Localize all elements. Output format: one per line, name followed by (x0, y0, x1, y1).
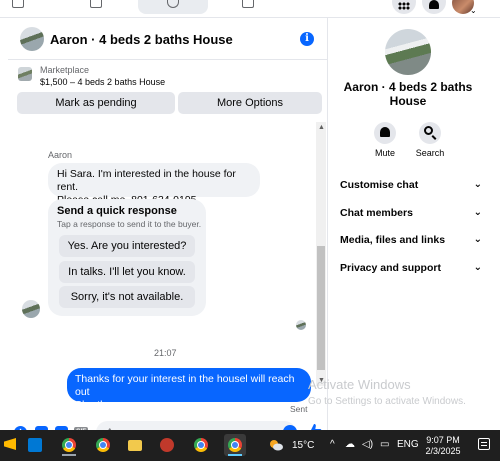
weather-icon[interactable] (268, 439, 284, 451)
section-customise-chat[interactable]: Customise chat ⌄ (340, 175, 486, 195)
section-chat-members[interactable]: Chat members ⌄ (340, 203, 486, 223)
marketplace-listing[interactable]: Marketplace $1,500 – 4 beds 2 baths Hous… (8, 61, 328, 93)
search-label: Search (415, 148, 445, 158)
chevron-down-icon: ⌄ (473, 207, 482, 218)
message-timestamp: 21:07 (154, 348, 177, 358)
chrome-icon (96, 438, 110, 452)
outgoing-message: Thanks for your interest in the housel w… (67, 368, 311, 411)
conversation-panel: Aaron · 4 beds 2 baths House i Marketpla… (8, 18, 328, 444)
running-indicator (62, 454, 76, 456)
quick-response-option[interactable]: In talks. I'll let you know. (59, 261, 195, 283)
scrollbar-thumb[interactable] (317, 246, 325, 370)
more-options-button[interactable]: More Options (178, 92, 322, 114)
section-media-files-links[interactable]: Media, files and links ⌄ (340, 230, 486, 250)
taskbar-chrome-1[interactable] (58, 434, 80, 456)
marketplace-label: Marketplace (40, 65, 90, 75)
mute-label: Mute (374, 148, 395, 158)
section-label: Chat members (340, 207, 413, 219)
search-button[interactable]: Search (410, 122, 450, 158)
notifications-icon (429, 0, 439, 9)
outgoing-message-line: Thanks for your interest in the housel w… (75, 373, 295, 398)
nav-home[interactable] (6, 0, 30, 14)
folder-icon (128, 440, 142, 451)
message-scrollbar[interactable]: ▲ ▼ (316, 122, 326, 386)
menu-grid-icon (398, 2, 410, 10)
incoming-message: Hi Sara. I'm interested in the house for… (48, 163, 260, 206)
notification-center-icon[interactable] (478, 438, 490, 450)
language-indicator[interactable]: ENG (397, 439, 419, 450)
search-icon (424, 126, 433, 135)
taskbar-app[interactable] (156, 434, 178, 456)
taskbar-file-explorer[interactable] (124, 434, 146, 456)
chrome-icon (194, 438, 208, 452)
chrome-icon (62, 438, 76, 452)
groups-icon (167, 0, 179, 8)
mute-button[interactable]: Mute (365, 122, 405, 158)
section-label: Media, files and links (340, 234, 446, 246)
store-app-icon (28, 438, 42, 452)
start-icon[interactable] (4, 438, 16, 450)
chevron-down-icon: ⌄ (473, 262, 482, 273)
nav-gaming[interactable] (236, 0, 260, 14)
conversation-avatar[interactable] (20, 27, 44, 51)
active-indicator (228, 454, 242, 456)
home-icon (12, 0, 24, 8)
clock-date: 2/3/2025 (425, 446, 461, 456)
scroll-up-arrow[interactable]: ▲ (318, 124, 325, 131)
menu-button[interactable] (392, 0, 416, 14)
activation-watermark-subtitle: Go to Settings to activate Windows. (308, 396, 466, 407)
windows-taskbar: 15°C ^ ☁ ◁) ▭ ENG 9:07 PM 2/3/2025 (0, 430, 500, 461)
gaming-icon (242, 0, 254, 8)
sender-avatar[interactable] (22, 300, 40, 318)
sender-name: Aaron (48, 150, 73, 160)
clock-time: 9:07 PM (426, 435, 460, 445)
listing-thumbnail (18, 67, 32, 81)
seen-indicator-avatar (296, 320, 306, 330)
activation-watermark-title: Activate Windows (308, 377, 411, 392)
listing-summary: $1,500 – 4 beds 2 baths House (40, 77, 166, 87)
section-privacy-support[interactable]: Privacy and support ⌄ (340, 258, 486, 278)
conversation-photo[interactable] (385, 29, 431, 75)
taskbar-chrome-4[interactable] (224, 434, 246, 456)
details-title-line: Aaron · 4 beds 2 baths (343, 80, 473, 94)
outgoing-message-line: Shortly (75, 399, 108, 411)
quick-response-subtitle: Tap a response to send it to the buyer. (57, 219, 202, 229)
taskbar-chrome-2[interactable] (92, 434, 114, 456)
details-title-line: House (389, 94, 427, 108)
chevron-down-icon: ⌄ (473, 234, 482, 245)
top-navigation-bar: ⌄ (0, 0, 500, 18)
section-label: Privacy and support (340, 262, 441, 274)
store-icon (90, 0, 102, 8)
nav-marketplace[interactable] (84, 0, 108, 14)
quick-response-option[interactable]: Yes. Are you interested? (59, 235, 195, 257)
section-label: Customise chat (340, 179, 419, 191)
chrome-icon (228, 438, 242, 452)
conversation-title[interactable]: Aaron · 4 beds 2 baths House (50, 32, 233, 47)
quick-response-option[interactable]: Sorry, it's not available. (59, 286, 195, 308)
app-icon (160, 438, 174, 452)
battery-icon[interactable]: ▭ (380, 439, 389, 450)
chevron-down-icon[interactable]: ⌄ (470, 6, 477, 15)
bell-icon (380, 127, 390, 137)
conversation-details-panel: Aaron · 4 beds 2 baths House Mute Search… (330, 18, 500, 430)
quick-response-card: Send a quick response Tap a response to … (48, 199, 206, 316)
taskbar-app-store[interactable] (24, 434, 46, 456)
clock[interactable]: 9:07 PM 2/3/2025 (420, 435, 466, 457)
info-icon[interactable]: i (300, 32, 314, 46)
chevron-down-icon: ⌄ (473, 179, 482, 190)
taskbar-chrome-3[interactable] (190, 434, 212, 456)
speaker-icon[interactable]: ◁) (362, 439, 373, 450)
details-title: Aaron · 4 beds 2 baths House (330, 80, 486, 108)
quick-response-title: Send a quick response (57, 205, 177, 217)
incoming-message-line: Hi Sara. I'm interested in the house for… (57, 168, 236, 193)
chevron-up-icon[interactable]: ^ (330, 439, 335, 450)
notifications-button[interactable] (422, 0, 446, 14)
weather-temperature[interactable]: 15°C (292, 440, 314, 451)
cloud-icon[interactable]: ☁ (345, 439, 355, 450)
mark-as-pending-button[interactable]: Mark as pending (17, 92, 175, 114)
conversation-header: Aaron · 4 beds 2 baths House i (8, 18, 328, 60)
nav-groups[interactable] (138, 0, 208, 14)
